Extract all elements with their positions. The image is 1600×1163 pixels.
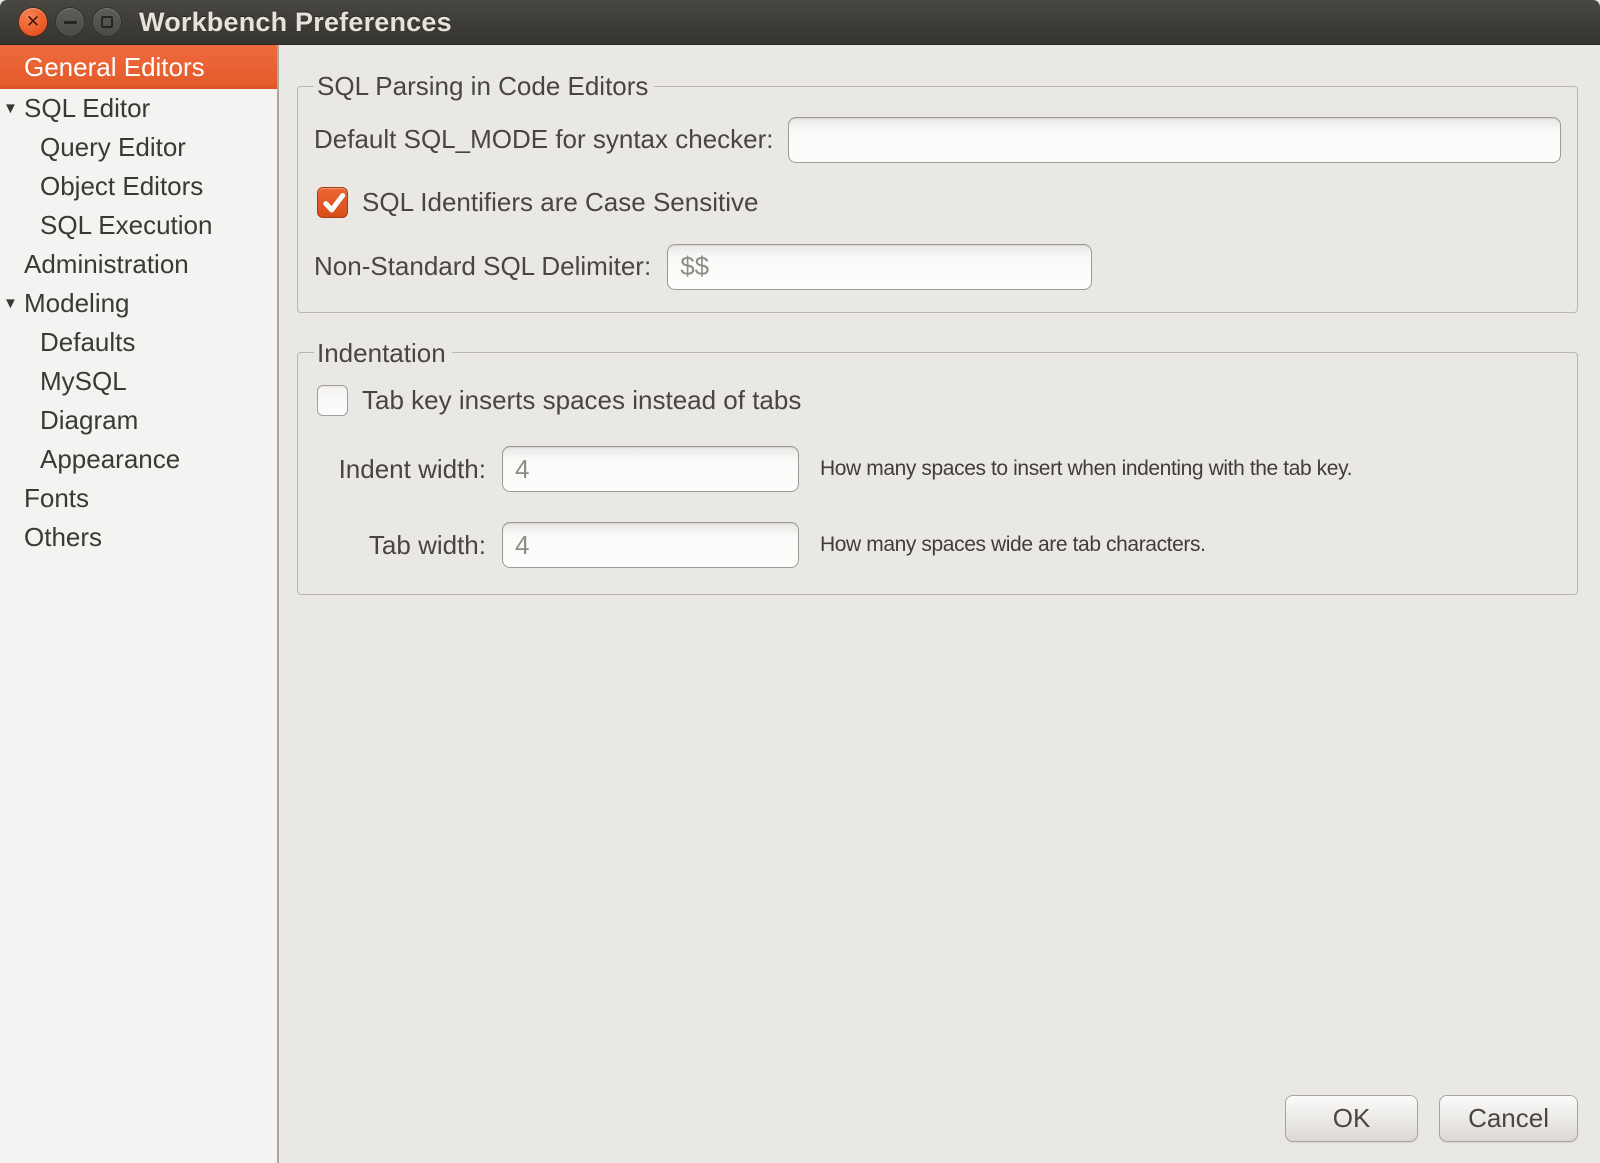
sidebar-item-label: Administration [24,249,189,280]
indent-width-help: How many spaces to insert when indenting… [820,457,1352,481]
sidebar-item-label: Others [24,522,102,553]
sidebar-item-label: Diagram [40,405,138,436]
tab-spaces-label[interactable]: Tab key inserts spaces instead of tabs [362,385,801,416]
case-sensitive-checkbox[interactable] [317,187,348,218]
sidebar-item-object-editors[interactable]: Object Editors [0,167,277,206]
sidebar-item-label: SQL Execution [40,210,212,241]
sidebar-item-label: MySQL [40,366,127,397]
sql-mode-input[interactable] [788,117,1561,163]
tab-width-row: Tab width: How many spaces wide are tab … [314,522,1561,568]
preferences-tree: General Editors ▼ SQL Editor Query Editor Ob… [0,45,279,1163]
chevron-down-icon[interactable]: ▼ [3,101,18,116]
tab-width-label: Tab width: [314,530,486,561]
sidebar-item-general-editors[interactable]: General Editors [0,45,277,89]
indent-width-label: Indent width: [314,454,486,485]
sidebar-item-query-editor[interactable]: Query Editor [0,128,277,167]
case-sensitive-row: SQL Identifiers are Case Sensitive [314,187,1561,218]
dialog-footer: OK Cancel [1285,1095,1578,1142]
sidebar-item-appearance[interactable]: Appearance [0,440,277,479]
tab-spaces-row: Tab key inserts spaces instead of tabs [314,385,1561,416]
minimize-button[interactable] [55,7,85,37]
window-title: Workbench Preferences [139,7,452,38]
case-sensitive-label[interactable]: SQL Identifiers are Case Sensitive [362,187,758,218]
sidebar-item-label: Object Editors [40,171,203,202]
cancel-button[interactable]: Cancel [1439,1095,1578,1142]
sidebar-item-administration[interactable]: Administration [0,245,277,284]
sql-mode-row: Default SQL_MODE for syntax checker: [314,117,1561,163]
maximize-button[interactable] [92,7,122,37]
sidebar-item-label: Fonts [24,483,89,514]
sidebar-item-others[interactable]: Others [0,518,277,557]
check-icon [320,189,348,217]
main-panel: SQL Parsing in Code Editors Default SQL_… [281,45,1600,1163]
minimize-icon [64,21,77,24]
delimiter-row: Non-Standard SQL Delimiter: [314,244,1561,290]
close-button[interactable]: ✕ [18,7,48,37]
sidebar-item-defaults[interactable]: Defaults [0,323,277,362]
tab-width-help: How many spaces wide are tab characters. [820,533,1206,557]
sidebar-item-fonts[interactable]: Fonts [0,479,277,518]
sidebar-item-label: Appearance [40,444,180,475]
chevron-down-icon[interactable]: ▼ [3,296,18,311]
sidebar-item-label: General Editors [24,52,205,83]
sidebar-item-diagram[interactable]: Diagram [0,401,277,440]
delimiter-input[interactable] [667,244,1092,290]
sidebar-item-label: Modeling [24,288,130,319]
tab-spaces-checkbox[interactable] [317,385,348,416]
sidebar-item-label: SQL Editor [24,93,150,124]
sql-mode-label: Default SQL_MODE for syntax checker: [314,124,774,155]
tab-width-input[interactable] [502,522,799,568]
indent-width-input[interactable] [502,446,799,492]
group-title-indentation: Indentation [314,339,452,368]
group-sql-parsing: SQL Parsing in Code Editors Default SQL_… [297,72,1578,313]
sidebar-item-label: Defaults [40,327,135,358]
indent-width-row: Indent width: How many spaces to insert … [314,446,1561,492]
sidebar-item-sql-execution[interactable]: SQL Execution [0,206,277,245]
maximize-icon [101,16,113,28]
close-icon: ✕ [26,13,40,30]
delimiter-label: Non-Standard SQL Delimiter: [314,251,651,282]
group-title-sql-parsing: SQL Parsing in Code Editors [314,72,654,101]
sidebar-item-modeling[interactable]: ▼ Modeling [0,284,277,323]
sidebar-item-mysql[interactable]: MySQL [0,362,277,401]
ok-button[interactable]: OK [1285,1095,1418,1142]
sidebar-item-sql-editor[interactable]: ▼ SQL Editor [0,89,277,128]
titlebar: ✕ Workbench Preferences [0,0,1600,45]
group-indentation: Indentation Tab key inserts spaces inste… [297,339,1578,596]
sidebar-item-label: Query Editor [40,132,186,163]
